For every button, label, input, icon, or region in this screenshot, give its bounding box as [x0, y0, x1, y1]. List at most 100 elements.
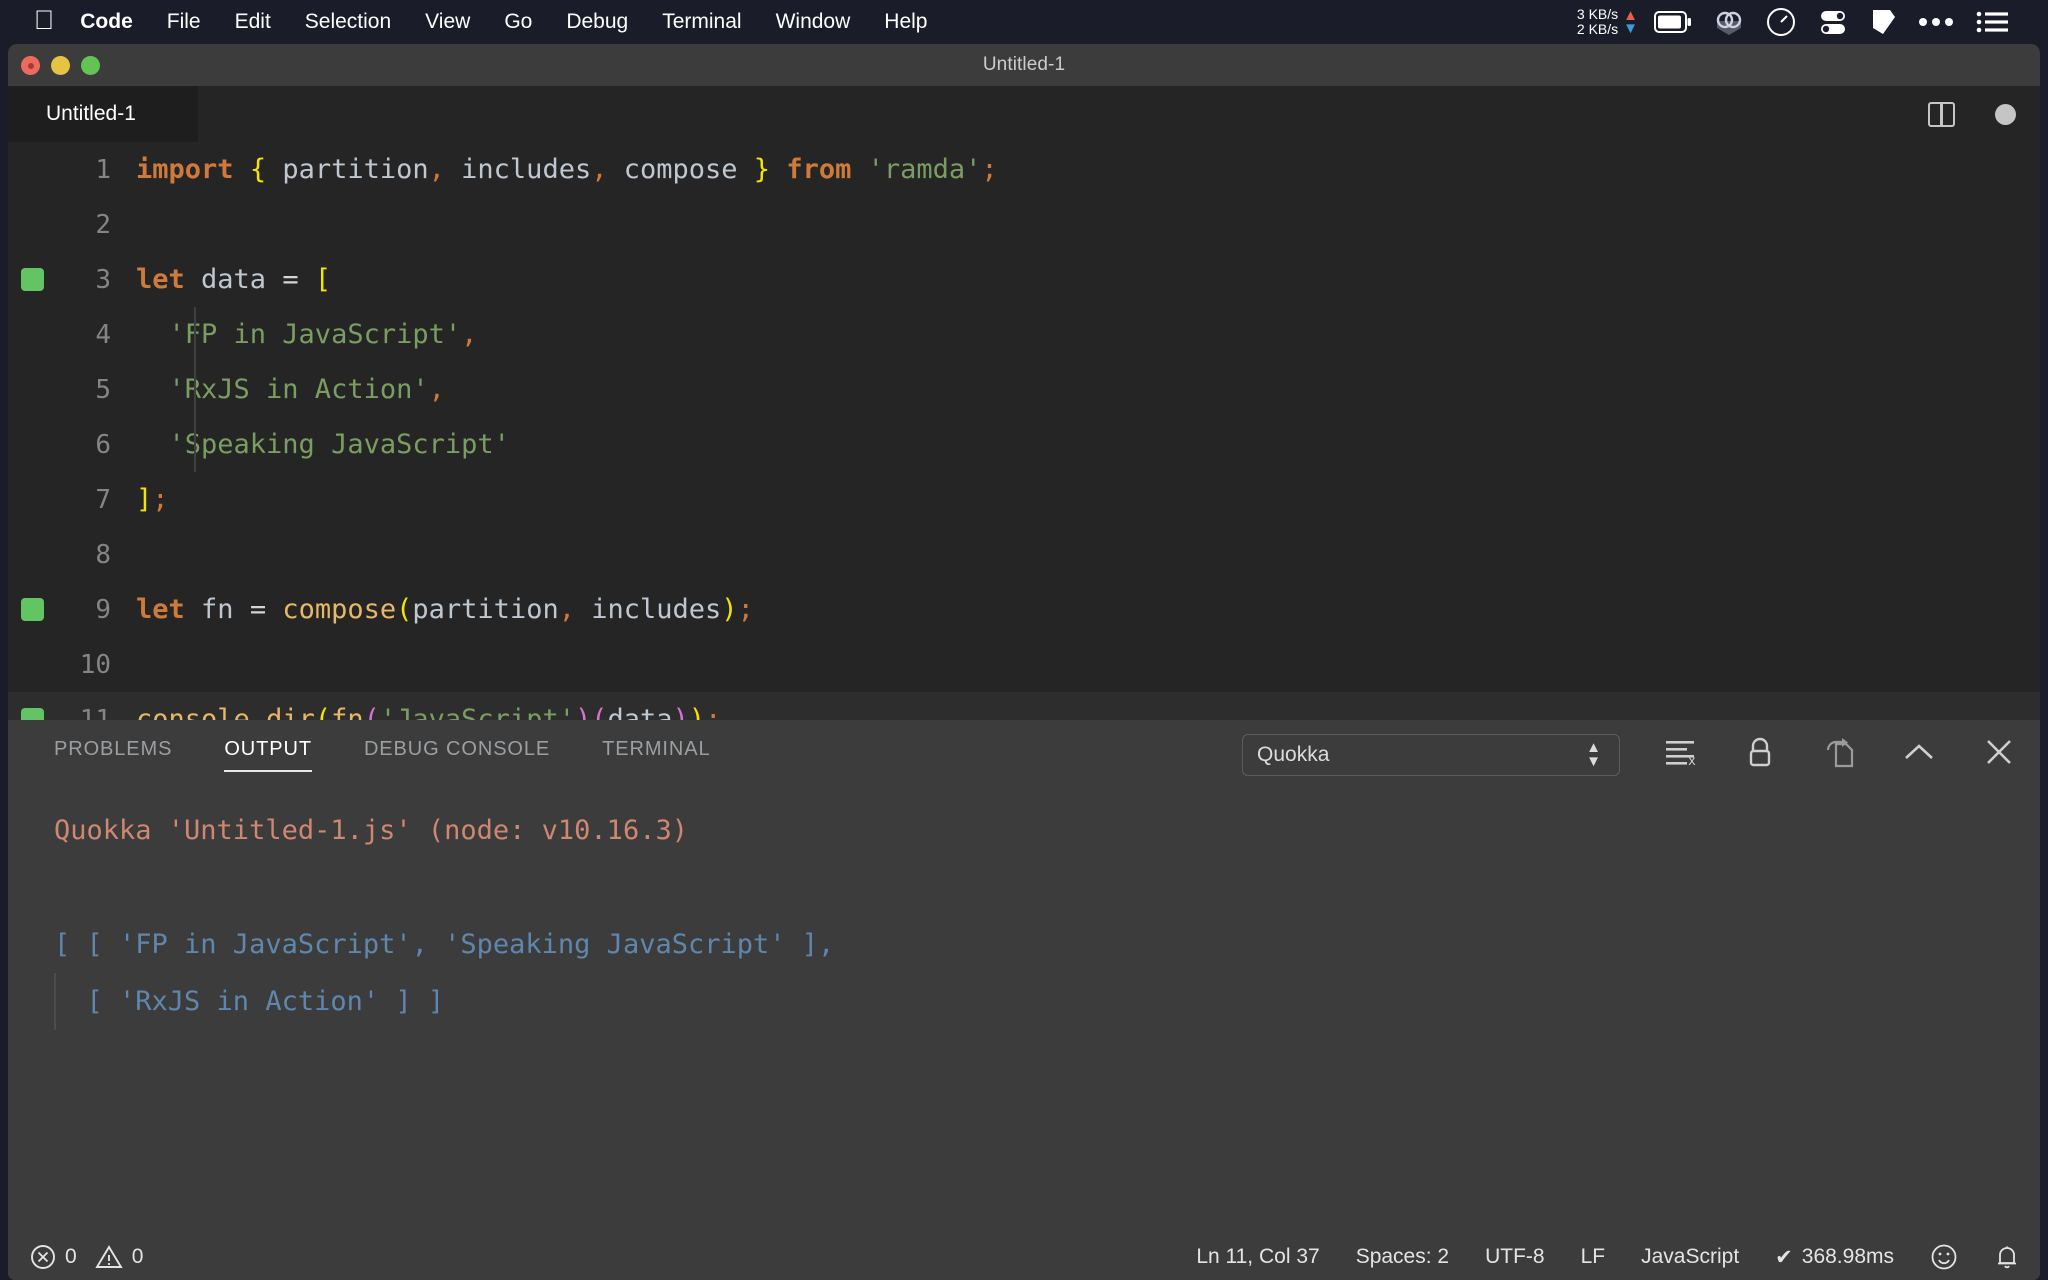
- code-token: (: [314, 704, 332, 720]
- cursor-position[interactable]: Ln 11, Col 37: [1196, 1245, 1319, 1269]
- errors-warnings-status[interactable]: 0 0: [30, 1244, 143, 1270]
- lock-scroll-icon[interactable]: [1746, 736, 1774, 773]
- line-content: import { partition, includes, compose } …: [136, 154, 998, 185]
- code-token: dir: [266, 704, 315, 720]
- chevron-updown-icon: ▲ ▼: [1586, 739, 1601, 770]
- menu-item-terminal[interactable]: Terminal: [662, 10, 741, 34]
- vscode-window: Untitled-1 Untitled-1 1 import { partitio…: [8, 44, 2040, 1280]
- indentation-setting[interactable]: Spaces: 2: [1356, 1245, 1449, 1269]
- menu-item-selection[interactable]: Selection: [305, 10, 391, 34]
- clear-output-icon[interactable]: x: [1664, 738, 1698, 771]
- cloud-sync-icon[interactable]: [1714, 9, 1744, 35]
- output-channel-select[interactable]: Quokka ▲ ▼: [1242, 734, 1620, 776]
- code-token: ;: [981, 154, 998, 185]
- code-token: =: [249, 594, 267, 625]
- code-token: ;: [705, 704, 722, 720]
- error-count: 0: [65, 1245, 77, 1268]
- breakpoint-marker[interactable]: [21, 708, 44, 720]
- code-line[interactable]: 10: [8, 637, 2040, 692]
- svg-text:x: x: [1688, 754, 1696, 766]
- list-icon[interactable]: [1976, 10, 2008, 34]
- close-panel-icon[interactable]: [1984, 737, 2014, 772]
- eol-setting[interactable]: LF: [1581, 1245, 1606, 1269]
- status-bar-right: Ln 11, Col 37 Spaces: 2 UTF-8 LF JavaScr…: [1196, 1243, 2020, 1271]
- code-line[interactable]: 6 'Speaking JavaScript': [8, 417, 2040, 472]
- output-content: Quokka 'Untitled-1.js' (node: v10.16.3) …: [8, 788, 2040, 1030]
- panel-action-icons: x: [1664, 720, 2014, 788]
- code-token: .: [249, 704, 267, 720]
- toggles-icon[interactable]: [1818, 7, 1848, 37]
- menu-item-code[interactable]: Code: [80, 10, 133, 34]
- line-content: let data = [: [136, 264, 331, 295]
- code-line[interactable]: 1 import { partition, includes, compose }…: [8, 142, 2040, 197]
- code-line[interactable]: 7];: [8, 472, 2040, 527]
- split-editor-icon[interactable]: [1928, 101, 1955, 127]
- code-token: partition: [412, 594, 559, 625]
- line-number: 10: [79, 649, 111, 680]
- menu-item-help[interactable]: Help: [884, 10, 927, 34]
- line-content: let fn = compose(partition, includes);: [136, 594, 754, 625]
- code-line[interactable]: 9 let fn = compose(partition, includes);: [8, 582, 2040, 637]
- warning-count: 0: [131, 1245, 144, 1268]
- open-in-editor-icon[interactable]: [1822, 736, 1854, 773]
- code-token: ,: [591, 154, 608, 185]
- panel-tab-output[interactable]: OUTPUT: [224, 738, 312, 772]
- close-window-button[interactable]: [21, 56, 40, 75]
- quokka-check-icon: ✔: [1775, 1245, 1793, 1269]
- code-token: fn: [184, 594, 250, 625]
- quokka-status[interactable]: ✔ 368.98ms: [1775, 1245, 1894, 1270]
- breakpoint-marker[interactable]: [21, 598, 44, 621]
- code-line[interactable]: 2: [8, 197, 2040, 252]
- code-line[interactable]: 11 console.dir(fn('JavaScript')(data));: [8, 692, 2040, 720]
- menu-item-go[interactable]: Go: [504, 10, 532, 34]
- breakpoint-marker[interactable]: [21, 268, 44, 291]
- code-line[interactable]: 8: [8, 527, 2040, 582]
- output-line: [ [ 'FP in JavaScript', 'Speaking JavaSc…: [54, 929, 835, 960]
- code-editor[interactable]: 1 import { partition, includes, compose }…: [8, 142, 2040, 720]
- editor-tab-label: Untitled-1: [46, 102, 136, 125]
- code-token: =: [282, 264, 299, 295]
- shield-icon[interactable]: [1870, 7, 1896, 37]
- code-token: from: [786, 154, 852, 185]
- code-line[interactable]: 4 'FP in JavaScript',: [8, 307, 2040, 362]
- speedometer-icon[interactable]: [1766, 7, 1796, 37]
- code-line[interactable]: 3 let data = [: [8, 252, 2040, 307]
- notifications-bell-icon[interactable]: [1994, 1243, 2020, 1271]
- code-token: data: [607, 704, 673, 720]
- maximize-window-button[interactable]: [81, 56, 100, 75]
- minimize-window-button[interactable]: [51, 56, 70, 75]
- editor-tab-untitled-1[interactable]: Untitled-1: [8, 86, 198, 142]
- code-token: }: [753, 154, 771, 185]
- code-token: ): [672, 704, 689, 720]
- output-channel-value: Quokka: [1257, 743, 1330, 766]
- code-token: 'JavaScript': [379, 704, 575, 720]
- battery-icon[interactable]: [1654, 11, 1692, 33]
- panel-tab-problems[interactable]: PROBLEMS: [54, 738, 172, 770]
- ellipsis-icon[interactable]: [1918, 16, 1954, 28]
- encoding-setting[interactable]: UTF-8: [1485, 1245, 1545, 1269]
- menubar-status-area: 3 KB/s 2 KB/s ▲ ▼: [1577, 0, 2048, 44]
- panel-tab-terminal[interactable]: TERMINAL: [602, 738, 710, 770]
- feedback-smiley-icon[interactable]: [1930, 1243, 1958, 1271]
- apple-logo-icon[interactable]: : [34, 6, 54, 34]
- network-speed-indicator[interactable]: 3 KB/s 2 KB/s ▲ ▼: [1577, 7, 1638, 37]
- menu-item-edit[interactable]: Edit: [235, 10, 271, 34]
- line-number: 5: [95, 374, 111, 405]
- language-mode[interactable]: JavaScript: [1641, 1245, 1739, 1269]
- maximize-panel-icon[interactable]: [1902, 741, 1936, 768]
- unsaved-dot-icon[interactable]: [1995, 103, 2016, 125]
- menu-item-debug[interactable]: Debug: [566, 10, 628, 34]
- menu-item-view[interactable]: View: [425, 10, 470, 34]
- line-content: 'FP in JavaScript',: [136, 319, 478, 350]
- panel-tab-debug-console[interactable]: DEBUG CONSOLE: [364, 738, 550, 770]
- macos-menubar:  Code File Edit Selection View Go Debug…: [0, 0, 2048, 44]
- menu-item-file[interactable]: File: [167, 10, 201, 34]
- code-line[interactable]: 5 'RxJS in Action',: [8, 362, 2040, 417]
- menu-item-window[interactable]: Window: [776, 10, 851, 34]
- upload-rate: 3 KB/s: [1576, 6, 1619, 22]
- download-rate: 2 KB/s: [1576, 21, 1619, 37]
- status-bar-left: 0 0: [8, 1244, 143, 1270]
